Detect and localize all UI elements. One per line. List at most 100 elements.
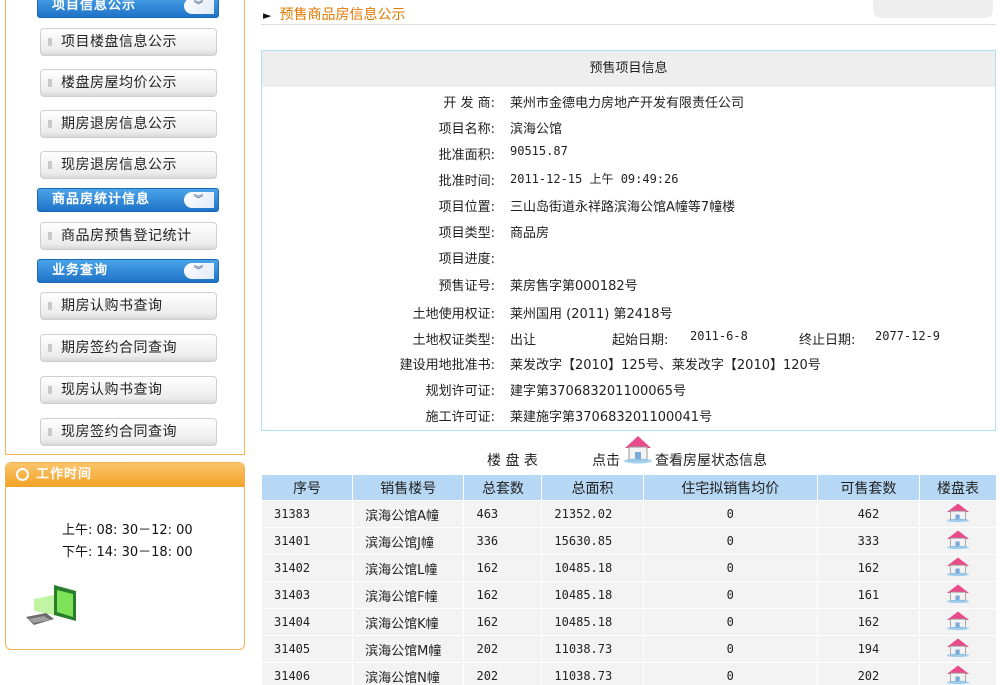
label: 项目类型: bbox=[438, 226, 495, 241]
cell-id: 31383 bbox=[260, 500, 354, 528]
table-row: 31406 滨海公馆N幢 202 11038.73 0 202 bbox=[260, 662, 997, 685]
house-icon[interactable] bbox=[943, 530, 973, 554]
work-time-morning: 上午: 08: 30－12: 00 bbox=[62, 523, 193, 538]
section-title: 业务查询 bbox=[52, 263, 109, 278]
sidebar: 项目信息公示 ︾ 项目楼盘信息公示 楼盘房屋均价公示 期房退房信息公示 现房退房… bbox=[0, 0, 250, 685]
house-icon[interactable] bbox=[943, 503, 973, 527]
row-build-permit: 施工许可证: 莱建施字第370683201100041号 bbox=[262, 406, 995, 426]
row-plan-permit: 规划许可证: 建字第370683201100065号 bbox=[262, 380, 995, 400]
value-build-permit: 莱建施字第370683201100041号 bbox=[510, 410, 713, 425]
label: 土地使用权证: bbox=[412, 307, 495, 322]
menu-item-label: 商品房预售登记统计 bbox=[61, 228, 192, 244]
work-time-panel: 工作时间 上午: 08: 30－12: 00 下午: 14: 30－18: 00 bbox=[5, 462, 245, 650]
menu-item-avg-price[interactable]: 楼盘房屋均价公示 bbox=[40, 69, 217, 97]
label: 土地权证类型: bbox=[412, 333, 495, 348]
label: 项目进度: bbox=[438, 252, 495, 267]
column-header: 可售套数 bbox=[816, 474, 921, 501]
view-status-link[interactable]: 查看房屋状态信息 bbox=[655, 450, 767, 470]
cell-building-table-link[interactable] bbox=[919, 608, 997, 636]
menu-item-label: 期房退房信息公示 bbox=[61, 116, 177, 132]
label: 批准时间: bbox=[438, 174, 495, 189]
cell-total-area: 10485.18 bbox=[541, 554, 644, 582]
table-header-row: 序号 销售楼号 总套数 总面积 住宅拟销售均价 可售套数 楼盘表 bbox=[260, 474, 997, 501]
menu-item-label: 楼盘房屋均价公示 bbox=[61, 75, 177, 91]
menu-item-futures-contract[interactable]: 期房签约合同查询 bbox=[40, 334, 217, 362]
value-land-approval: 莱发改字【2010】125号、莱发改字【2010】120号 bbox=[510, 358, 821, 373]
cell-building-table-link[interactable] bbox=[919, 554, 997, 582]
house-icon[interactable] bbox=[943, 557, 973, 581]
value-developer: 莱州市金德电力房地产开发有限责任公司 bbox=[510, 96, 745, 111]
row-developer: 开 发 商: 莱州市金德电力房地产开发有限责任公司 bbox=[262, 92, 995, 112]
row-land-cert: 土地使用权证: 莱州国用 (2011) 第2418号 bbox=[262, 303, 995, 323]
row-progress: 项目进度: bbox=[262, 248, 995, 268]
bullet-icon bbox=[48, 232, 54, 240]
cell-id: 31406 bbox=[260, 662, 354, 685]
house-icon[interactable] bbox=[943, 638, 973, 662]
cell-building-table-link[interactable] bbox=[919, 500, 997, 528]
cell-id: 31405 bbox=[260, 635, 354, 663]
house-icon[interactable] bbox=[943, 665, 973, 685]
bullet-icon bbox=[48, 302, 54, 310]
house-icon[interactable] bbox=[943, 584, 973, 608]
section-title: 商品房统计信息 bbox=[52, 192, 151, 207]
cell-total-units: 463 bbox=[463, 500, 543, 528]
cell-avg-price: 0 bbox=[642, 635, 818, 663]
bullet-icon bbox=[48, 120, 54, 128]
section-title: 项目信息公示 bbox=[52, 0, 137, 13]
project-info-panel: 预售项目信息 开 发 商: 莱州市金德电力房地产开发有限责任公司 项目名称: 滨… bbox=[261, 50, 996, 431]
top-right-tab bbox=[873, 0, 993, 18]
work-time-header: 工作时间 bbox=[6, 463, 244, 487]
cell-avg-price: 0 bbox=[642, 662, 818, 685]
chevron-down-icon[interactable]: ︾ bbox=[184, 263, 214, 279]
row-project-name: 项目名称: 滨海公馆 bbox=[262, 118, 995, 138]
label: 项目名称: bbox=[438, 122, 495, 137]
cell-building-table-link[interactable] bbox=[919, 527, 997, 555]
cell-total-units: 162 bbox=[463, 581, 543, 609]
table-row: 31405 滨海公馆M幢 202 11038.73 0 194 bbox=[260, 635, 997, 663]
cell-building-table-link[interactable] bbox=[919, 662, 997, 685]
menu-item-spot-return[interactable]: 现房退房信息公示 bbox=[40, 151, 217, 179]
value-presale-cert: 莱房售字第000182号 bbox=[510, 279, 638, 294]
cell-total-units: 202 bbox=[463, 662, 543, 685]
value-end-date: 2077-12-9 bbox=[875, 329, 941, 343]
menu-item-futures-return[interactable]: 期房退房信息公示 bbox=[40, 110, 217, 138]
cell-building-table-link[interactable] bbox=[919, 581, 997, 609]
cell-id: 31404 bbox=[260, 608, 354, 636]
section-header-statistics[interactable]: 商品房统计信息 ︾ bbox=[37, 188, 219, 212]
cell-building: 滨海公馆A幢 bbox=[352, 500, 465, 528]
bullet-icon bbox=[48, 386, 54, 394]
cell-building-table-link[interactable] bbox=[919, 635, 997, 663]
menu-item-futures-subscription[interactable]: 期房认购书查询 bbox=[40, 292, 217, 320]
cell-total-units: 336 bbox=[463, 527, 543, 555]
cell-total-units: 162 bbox=[463, 608, 543, 636]
work-time-afternoon: 下午: 14: 30－18: 00 bbox=[62, 545, 193, 560]
cell-building: 滨海公馆J幢 bbox=[352, 527, 465, 555]
menu-item-label: 项目楼盘信息公示 bbox=[61, 34, 177, 50]
column-header: 总套数 bbox=[463, 474, 543, 501]
menu-item-spot-contract[interactable]: 现房签约合同查询 bbox=[40, 418, 217, 446]
row-approval-time: 批准时间: 2011-12-15 上午 09:49:26 bbox=[262, 170, 995, 190]
column-header: 销售楼号 bbox=[352, 474, 465, 501]
house-icon[interactable] bbox=[943, 611, 973, 635]
row-area: 批准面积: 90515.87 bbox=[262, 144, 995, 164]
column-header: 住宅拟销售均价 bbox=[642, 474, 818, 501]
menu-item-spot-subscription[interactable]: 现房认购书查询 bbox=[40, 376, 217, 404]
label: 规划许可证: bbox=[425, 384, 495, 399]
cell-building: 滨海公馆L幢 bbox=[352, 554, 465, 582]
menu-item-label: 现房退房信息公示 bbox=[61, 157, 177, 173]
section-header-query[interactable]: 业务查询 ︾ bbox=[37, 259, 219, 283]
chevron-down-icon[interactable]: ︾ bbox=[184, 192, 214, 208]
menu-item-presale-stats[interactable]: 商品房预售登记统计 bbox=[40, 222, 217, 250]
bullet-icon bbox=[48, 38, 54, 46]
menu-item-project-info[interactable]: 项目楼盘信息公示 bbox=[40, 28, 217, 56]
house-icon[interactable] bbox=[621, 432, 655, 464]
computer-monitor-icon bbox=[26, 585, 76, 625]
breadcrumb: ► 预售商品房信息公示 bbox=[263, 4, 405, 24]
cell-available-units: 202 bbox=[816, 662, 921, 685]
cell-id: 31403 bbox=[260, 581, 354, 609]
cell-available-units: 462 bbox=[816, 500, 921, 528]
label-end-date: 终止日期: bbox=[799, 333, 856, 348]
section-header-project-info[interactable]: 项目信息公示 ︾ bbox=[37, 0, 219, 18]
chevron-down-icon[interactable]: ︾ bbox=[184, 0, 214, 14]
value-location: 三山岛街道永祥路滨海公馆A幢等7幢楼 bbox=[510, 200, 736, 215]
